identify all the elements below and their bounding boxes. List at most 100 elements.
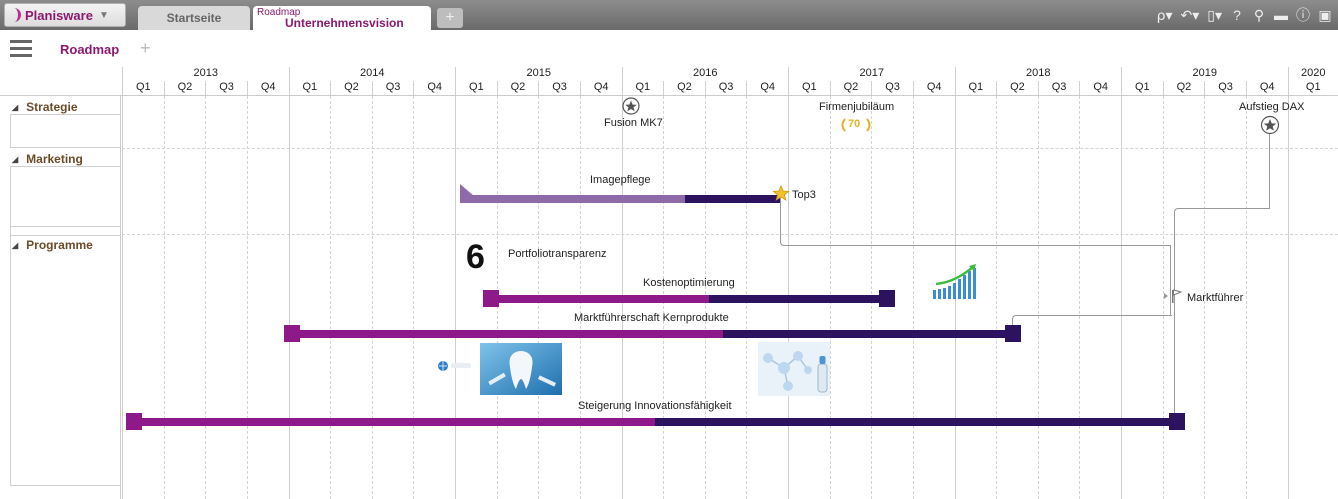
star-milestone-icon[interactable] (622, 97, 640, 115)
growth-chart-icon[interactable] (932, 262, 980, 300)
quarter-label: Q2 (1162, 81, 1205, 95)
quarter-label: Q3 (371, 81, 414, 95)
quarter-label: Q4 (912, 81, 955, 95)
app-logo-menu[interactable]: Planisware ▼ (4, 3, 126, 27)
quarter-label: Q1 (1287, 81, 1338, 95)
portfolio-icon-text: 6 (466, 238, 485, 276)
quarter-gridline (163, 81, 165, 499)
quarter-label: Q2 (829, 81, 872, 95)
connector-line (780, 198, 1170, 246)
quarter-label: Q1 (288, 81, 331, 95)
pdf-icon[interactable]: ▯▾ (1207, 7, 1222, 24)
quarter-gridline (205, 81, 207, 499)
star-milestone-icon[interactable] (1260, 115, 1280, 135)
hamburger-menu-icon[interactable] (10, 40, 32, 57)
group-strategie[interactable]: Strategie (12, 100, 77, 114)
tab-label: Startseite (166, 11, 222, 25)
quarter-label: Q1 (455, 81, 497, 95)
quarter-gridline (746, 81, 748, 499)
quarter-gridline (1037, 81, 1039, 499)
bar-kosten-done[interactable] (497, 295, 709, 303)
tab-label: Unternehmensvision (285, 16, 404, 30)
quarter-gridline (579, 81, 581, 499)
bar-kosten-remaining[interactable] (709, 295, 881, 303)
bar-label-markt: Marktführerschaft Kernprodukte (574, 312, 729, 324)
milestone-label-fusion: Fusion MK7 (604, 117, 663, 129)
milestone-label-dax: Aufstieg DAX (1239, 101, 1305, 113)
quarter-label: Q4 (1245, 81, 1288, 95)
quarter-label: Q1 (954, 81, 997, 95)
quarter-gridline (330, 81, 332, 499)
group-box (10, 226, 120, 486)
comment-icon[interactable]: ▬ (1274, 7, 1288, 23)
connector-line (1170, 245, 1171, 315)
connector-line (1012, 315, 1172, 327)
quarter-label: Q2 (496, 81, 539, 95)
quarter-gridline (996, 81, 998, 499)
quarter-label: Q4 (413, 81, 455, 95)
bar-label-imagepflege: Imagepflege (590, 174, 651, 186)
quarter-label: Q1 (1121, 81, 1163, 95)
bar-label-innovation: Steigerung Innovationsfähigkeit (578, 400, 732, 412)
milestone-label-marktfuehrer: Marktführer (1187, 292, 1244, 304)
quarter-label: Q2 (163, 81, 206, 95)
year-gridline (288, 67, 290, 499)
anniversary-badge-text: 70 (848, 118, 861, 130)
sub-header: Roadmap + (0, 30, 1338, 68)
quarter-label: Q4 (1079, 81, 1121, 95)
quarter-label: Q2 (330, 81, 372, 95)
quarter-label: Q3 (871, 81, 913, 95)
group-box (10, 114, 120, 148)
top-bar: Planisware ▼ Startseite Roadmap Unterneh… (0, 0, 1338, 30)
quarter-label: Q4 (246, 81, 289, 95)
quarter-label: Q3 (205, 81, 247, 95)
molecule-image[interactable] (758, 342, 830, 396)
quarter-gridline (246, 81, 248, 499)
quarter-label: Q3 (1037, 81, 1080, 95)
bar-end-cap (1005, 325, 1021, 342)
connector-line (1269, 132, 1270, 208)
chevron-down-icon: ▼ (98, 9, 109, 21)
quarter-label: Q1 (788, 81, 830, 95)
bar-markt-remaining[interactable] (723, 330, 1007, 338)
quarter-label: Q4 (746, 81, 788, 95)
quarter-label: Q2 (996, 81, 1038, 95)
year-label: 2020 (1287, 67, 1338, 81)
bar-end-cap (879, 290, 895, 307)
portfolio-six-icon[interactable]: 6 (466, 238, 492, 276)
bar-label-kosten: Kostenoptimierung (643, 277, 735, 289)
globe-icon[interactable] (437, 358, 475, 374)
label-portfoliotransparenz: Portfoliotransparenz (508, 248, 607, 260)
search-icon[interactable]: ⚲ (1252, 7, 1266, 24)
add-tab-button[interactable]: + (437, 8, 463, 28)
flag-milestone-icon[interactable] (1162, 288, 1184, 304)
help-icon[interactable]: ? (1230, 7, 1244, 23)
star-icon[interactable] (772, 185, 790, 201)
quarter-gridline (538, 81, 540, 499)
group-marketing[interactable]: Marketing (12, 152, 83, 166)
year-label: 2014 (288, 67, 456, 81)
add-button[interactable]: + (140, 38, 151, 59)
year-gridline (788, 67, 789, 499)
tooth-image[interactable] (480, 343, 562, 395)
bar-markt-done[interactable] (298, 330, 723, 338)
left-panel: Strategie Marketing Programme (0, 96, 121, 499)
pin-icon[interactable]: ⍴▾ (1157, 7, 1173, 24)
tab-startseite[interactable]: Startseite (138, 6, 250, 30)
quarter-label: Q4 (579, 81, 622, 95)
bar-imagepflege-remaining[interactable] (685, 195, 780, 203)
year-label: 2013 (122, 67, 289, 81)
bar-innovation-remaining[interactable] (655, 418, 1171, 426)
anniversary-laurel-icon[interactable]: 70 (839, 117, 873, 133)
plus-icon: + (445, 9, 455, 26)
year-gridline (122, 67, 123, 499)
bar-innovation-done[interactable] (140, 418, 655, 426)
year-label: 2019 (1121, 67, 1288, 81)
bar-imagepflege-done[interactable] (460, 195, 685, 203)
info-icon[interactable]: ⓘ (1296, 5, 1310, 25)
quarter-gridline (829, 81, 831, 499)
save-icon[interactable]: ▣ (1318, 7, 1332, 24)
undo-icon[interactable]: ↶▾ (1181, 7, 1200, 24)
tab-roadmap-unternehmensvision[interactable]: Roadmap Unternehmensvision (253, 6, 431, 30)
quarter-label: Q3 (538, 81, 580, 95)
